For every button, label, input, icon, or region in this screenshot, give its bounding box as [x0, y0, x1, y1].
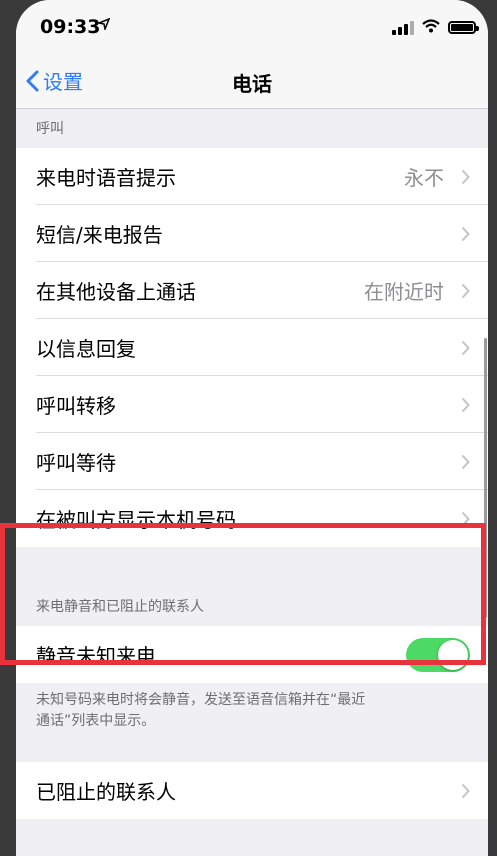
- silence-unknown-toggle[interactable]: [406, 638, 470, 672]
- row-label: 在其他设备上通话: [36, 280, 196, 304]
- row-sms-call-report[interactable]: 短信/来电报告: [16, 205, 488, 262]
- toggle-label: 静音未知来电: [36, 644, 156, 668]
- status-bar: 09:33: [16, 0, 488, 52]
- row-voice-announce[interactable]: 来电时语音提示 永不: [16, 148, 488, 205]
- navigation-bar: 设置 电话: [16, 52, 488, 109]
- row-show-caller-id[interactable]: 在被叫方显示本机号码: [16, 490, 488, 547]
- scroll-indicator[interactable]: [484, 338, 487, 618]
- silence-footer-text: 未知号码来电时将会静音，发送至语音信箱并在“最近 通话”列表中显示。: [36, 690, 456, 732]
- row-label: 呼叫转移: [36, 394, 116, 418]
- row-calls-other-devices[interactable]: 在其他设备上通话 在附近时: [16, 262, 488, 319]
- section-header-silence: 来电静音和已阻止的联系人: [36, 599, 204, 615]
- row-label: 短信/来电报告: [36, 223, 163, 247]
- phone-screen: 09:33 设置 电话 呼叫 来电时语音提示 永不 短信/来电报告 在其他设备上…: [16, 0, 488, 856]
- page-title: 电话: [232, 72, 272, 96]
- silence-group: 静音未知来电: [16, 626, 488, 683]
- cellular-signal-icon: [392, 20, 414, 35]
- chevron-right-icon: [461, 340, 470, 356]
- row-value: 永不: [404, 166, 444, 190]
- row-silence-unknown-callers: 静音未知来电: [16, 626, 488, 683]
- calling-group: 来电时语音提示 永不 短信/来电报告 在其他设备上通话 在附近时 以信息回复 呼…: [16, 148, 488, 547]
- row-call-forwarding[interactable]: 呼叫转移: [16, 376, 488, 433]
- battery-icon: [448, 21, 479, 34]
- toggle-knob: [438, 640, 468, 670]
- section-header-calling: 呼叫: [36, 121, 64, 137]
- location-arrow-icon: [96, 16, 111, 34]
- status-time: 09:33: [40, 16, 101, 38]
- wifi-icon: [422, 18, 440, 37]
- row-value: 在附近时: [364, 280, 444, 304]
- footer-line-2: 通话”列表中显示。: [36, 713, 156, 729]
- row-blocked-contacts[interactable]: 已阻止的联系人: [16, 762, 488, 819]
- chevron-right-icon: [461, 226, 470, 242]
- chevron-right-icon: [461, 397, 470, 413]
- row-call-waiting[interactable]: 呼叫等待: [16, 433, 488, 490]
- row-label: 来电时语音提示: [36, 166, 176, 190]
- chevron-right-icon: [461, 169, 470, 185]
- footer-line-1: 未知号码来电时将会静音，发送至语音信箱并在“最近: [36, 692, 366, 708]
- chevron-right-icon: [461, 283, 470, 299]
- row-respond-with-text[interactable]: 以信息回复: [16, 319, 488, 376]
- chevron-right-icon: [461, 783, 470, 799]
- row-label: 以信息回复: [36, 337, 136, 361]
- blocked-group: 已阻止的联系人: [16, 762, 488, 819]
- row-label: 在被叫方显示本机号码: [36, 508, 236, 532]
- row-label: 已阻止的联系人: [36, 780, 176, 804]
- row-label: 呼叫等待: [36, 451, 116, 475]
- chevron-right-icon: [461, 454, 470, 470]
- chevron-right-icon: [461, 511, 470, 527]
- status-icons: [392, 18, 479, 37]
